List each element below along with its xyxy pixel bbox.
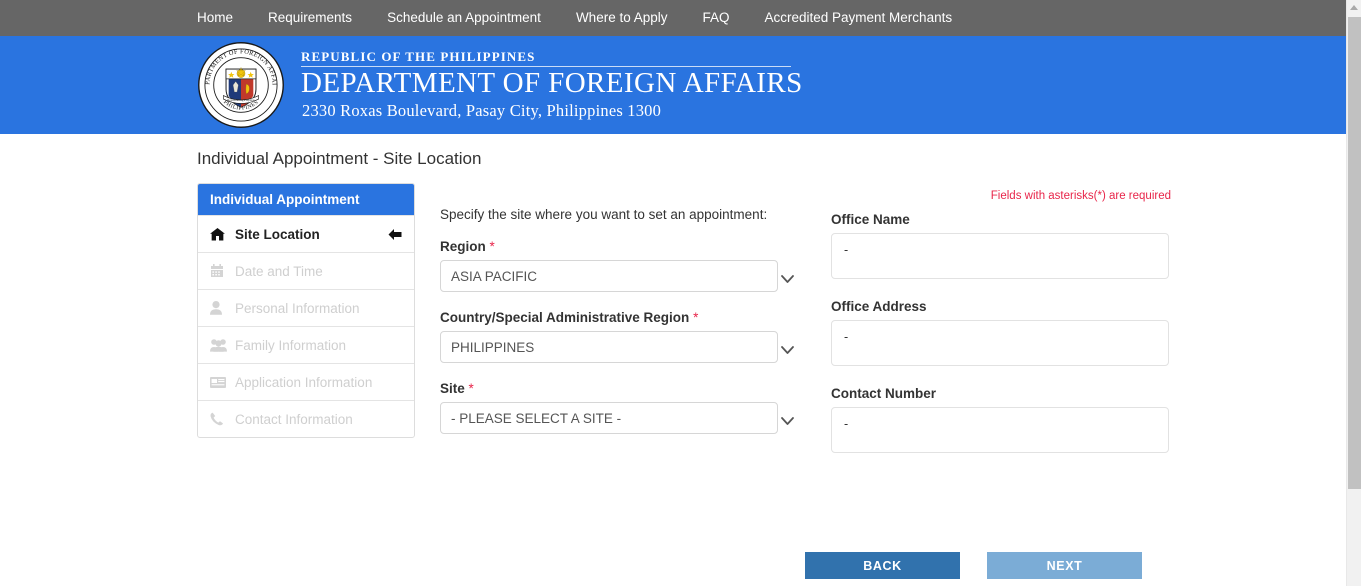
sidebar-item-label: Contact Information bbox=[235, 411, 353, 427]
form-instruction: Specify the site where you want to set a… bbox=[440, 207, 768, 222]
contact-number-value: - bbox=[831, 407, 1169, 453]
region-label-text: Region bbox=[440, 239, 486, 254]
sidebar-item-label: Application Information bbox=[235, 374, 373, 390]
sidebar-item-site-location[interactable]: Site Location bbox=[198, 215, 414, 252]
sidebar-item-personal-information[interactable]: Personal Information bbox=[198, 289, 414, 326]
region-select[interactable]: ASIA PACIFIC bbox=[440, 260, 778, 292]
nav-home[interactable]: Home bbox=[197, 0, 233, 36]
region-select-wrap: ASIA PACIFIC bbox=[440, 260, 806, 292]
site-location-form: Specify the site where you want to set a… bbox=[440, 183, 806, 452]
site-required-marker: * bbox=[468, 381, 474, 396]
top-navigation: Home Requirements Schedule an Appointmen… bbox=[0, 0, 1346, 36]
office-name-label: Office Name bbox=[831, 212, 910, 227]
office-address-label: Office Address bbox=[831, 299, 927, 314]
arrow-left-icon bbox=[388, 228, 402, 241]
banner-department-title: DEPARTMENT OF FOREIGN AFFAIRS bbox=[301, 67, 803, 100]
site-select-wrap: - PLEASE SELECT A SITE - bbox=[440, 402, 806, 434]
country-select[interactable]: PHILIPPINES bbox=[440, 331, 778, 363]
country-required-marker: * bbox=[693, 310, 699, 325]
office-address-value: - bbox=[831, 320, 1169, 366]
nav-schedule-an-appointment[interactable]: Schedule an Appointment bbox=[387, 0, 541, 36]
nav-where-to-apply[interactable]: Where to Apply bbox=[576, 0, 668, 36]
newspaper-icon bbox=[210, 376, 229, 389]
home-icon bbox=[210, 227, 229, 241]
banner-text-block: REPUBLIC OF THE PHILIPPINES DEPARTMENT O… bbox=[299, 49, 803, 120]
sidebar-header: Individual Appointment bbox=[198, 184, 414, 215]
sidebar-item-label: Site Location bbox=[235, 226, 320, 242]
nav-faq[interactable]: FAQ bbox=[702, 0, 729, 36]
dfa-seal-icon: DEPARTMENT OF FOREIGN AFFAIRS PHILIPPINE… bbox=[195, 36, 285, 129]
contact-number-label: Contact Number bbox=[831, 386, 937, 401]
country-label: Country/Special Administrative Region * bbox=[440, 310, 806, 325]
page-title: Individual Appointment - Site Location bbox=[197, 149, 482, 168]
scrollbar-thumb[interactable] bbox=[1348, 17, 1361, 489]
nav-requirements[interactable]: Requirements bbox=[268, 0, 352, 36]
office-info-panel: Fields with asterisks(*) are required Of… bbox=[831, 183, 1171, 473]
svg-text:Republika ng Pilipinas: Republika ng Pilipinas bbox=[227, 98, 255, 102]
banner-republic-line: REPUBLIC OF THE PHILIPPINES bbox=[301, 49, 536, 65]
site-header-banner: DEPARTMENT OF FOREIGN AFFAIRS PHILIPPINE… bbox=[0, 36, 1346, 134]
user-icon bbox=[210, 301, 229, 315]
country-label-text: Country/Special Administrative Region bbox=[440, 310, 690, 325]
banner-address: 2330 Roxas Boulevard, Pasay City, Philip… bbox=[302, 100, 662, 120]
sidebar-item-label: Family Information bbox=[235, 337, 347, 353]
country-select-wrap: PHILIPPINES bbox=[440, 331, 806, 363]
sidebar-item-application-information[interactable]: Application Information bbox=[198, 363, 414, 400]
next-button[interactable]: NEXT bbox=[987, 552, 1142, 579]
scroll-up-arrow-icon[interactable] bbox=[1350, 5, 1358, 10]
site-label-text: Site bbox=[440, 381, 465, 396]
appointment-step-sidebar: Individual Appointment Site Location Dat… bbox=[197, 183, 415, 438]
sidebar-item-label: Personal Information bbox=[235, 300, 360, 316]
chevron-down-icon bbox=[781, 271, 794, 289]
sidebar-item-label: Date and Time bbox=[235, 263, 323, 279]
site-label: Site * bbox=[440, 381, 806, 396]
office-name-value: - bbox=[831, 233, 1169, 279]
users-icon bbox=[210, 338, 229, 352]
region-label: Region * bbox=[440, 239, 806, 254]
page-root: Home Requirements Schedule an Appointmen… bbox=[0, 0, 1346, 586]
sidebar-item-date-and-time[interactable]: Date and Time bbox=[198, 252, 414, 289]
page-scrollbar[interactable] bbox=[1346, 0, 1361, 586]
phone-icon bbox=[210, 412, 229, 426]
sidebar-item-family-information[interactable]: Family Information bbox=[198, 326, 414, 363]
sidebar-item-contact-information[interactable]: Contact Information bbox=[198, 400, 414, 437]
nav-accredited-payment-merchants[interactable]: Accredited Payment Merchants bbox=[765, 0, 953, 36]
back-button[interactable]: BACK bbox=[805, 552, 960, 579]
content-columns: Individual Appointment Site Location Dat… bbox=[197, 183, 1346, 473]
chevron-down-icon bbox=[781, 413, 794, 431]
required-fields-note: Fields with asterisks(*) are required bbox=[990, 190, 1171, 202]
main-content: Individual Appointment - Site Location I… bbox=[0, 149, 1346, 473]
chevron-down-icon bbox=[781, 342, 794, 360]
site-select[interactable]: - PLEASE SELECT A SITE - bbox=[440, 402, 778, 434]
form-actions: BACK NEXT bbox=[805, 552, 1142, 579]
region-required-marker: * bbox=[489, 239, 495, 254]
calendar-icon bbox=[210, 264, 229, 278]
